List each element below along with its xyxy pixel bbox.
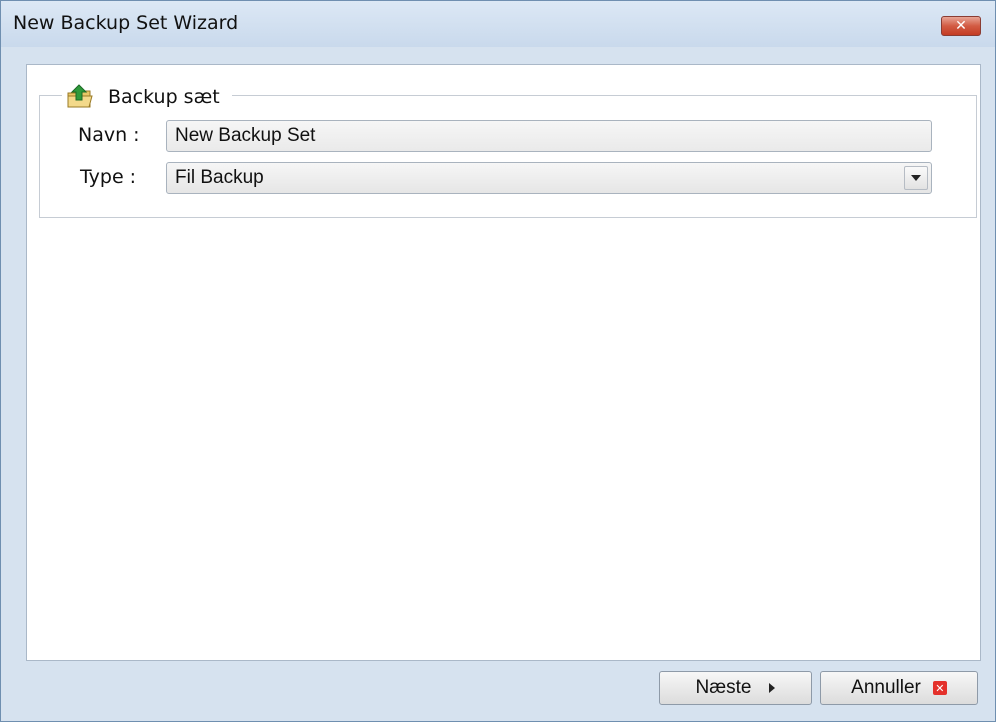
cancel-button-label: Annuller [851,677,921,698]
next-button-label: Næste [695,677,752,698]
next-button[interactable]: Næste [659,671,812,705]
chevron-down-icon [911,175,921,181]
dropdown-button[interactable] [904,166,928,190]
wizard-window: New Backup Set Wizard ✕ Backup sæt Navn … [0,0,996,722]
title-bar[interactable]: New Backup Set Wizard ✕ [1,1,995,47]
backup-set-group-legend: Backup sæt [62,82,232,112]
name-label: Navn : [78,124,140,146]
wizard-content: Backup sæt Navn : Type : Fil Backup [26,64,981,661]
type-selected-value: Fil Backup [175,167,264,188]
close-icon: ✕ [955,18,967,34]
group-label: Backup sæt [108,86,220,108]
cancel-button[interactable]: Annuller ✕ [820,671,978,705]
arrow-right-icon [769,683,776,693]
name-input[interactable] [166,120,932,152]
type-select[interactable]: Fil Backup [166,162,932,194]
type-label: Type : [80,166,137,188]
window-title: New Backup Set Wizard [13,12,239,34]
folder-upload-icon [66,84,94,110]
cancel-icon: ✕ [932,681,947,695]
close-button[interactable]: ✕ [941,16,981,36]
backup-set-group [39,95,977,218]
